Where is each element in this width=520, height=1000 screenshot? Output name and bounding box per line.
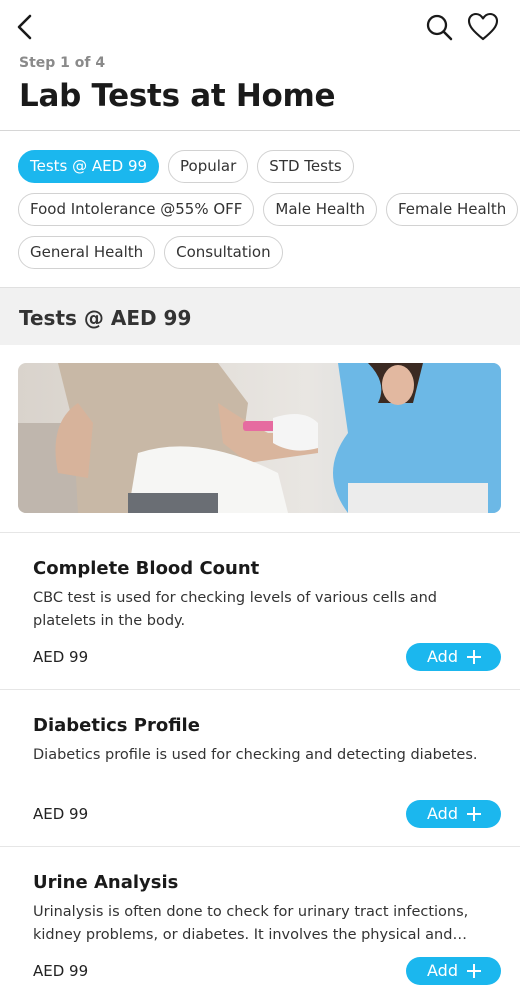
- add-label: Add: [427, 961, 458, 980]
- top-bar: [0, 0, 520, 54]
- chip-male-health[interactable]: Male Health: [263, 193, 377, 226]
- chip-tests-aed-99[interactable]: Tests @ AED 99: [18, 150, 160, 183]
- card-divider: [0, 689, 520, 690]
- add-button[interactable]: Add: [406, 957, 501, 985]
- add-label: Add: [427, 647, 458, 666]
- chip-female-health[interactable]: Female Health: [385, 193, 519, 226]
- filter-chips: Tests @ AED 99 Popular STD Tests Food In…: [18, 150, 519, 279]
- chip-row: General Health Consultation: [18, 236, 508, 269]
- heart-icon: [467, 12, 499, 41]
- card-divider: [0, 846, 520, 847]
- test-description: CBC test is used for checking levels of …: [33, 590, 438, 629]
- header-divider: [0, 130, 520, 131]
- test-card-complete-blood-count: Complete Blood Count CBC test is used fo…: [0, 558, 520, 688]
- test-name: Complete Blood Count: [33, 558, 260, 579]
- plus-icon: [467, 964, 481, 978]
- test-card-diabetics-profile: Diabetics Profile Diabetics profile is u…: [0, 715, 520, 845]
- chip-std-tests[interactable]: STD Tests: [257, 150, 354, 183]
- blood-test-illustration: [18, 363, 501, 513]
- plus-icon: [467, 650, 481, 664]
- chip-general-health[interactable]: General Health: [18, 236, 156, 269]
- favorite-button[interactable]: [467, 12, 499, 42]
- test-card-urine-analysis: Urine Analysis Urinalysis is often done …: [0, 872, 520, 1000]
- banner-image: [18, 363, 501, 513]
- chip-popular[interactable]: Popular: [168, 150, 249, 183]
- test-price: AED 99: [33, 805, 89, 823]
- step-indicator: Step 1 of 4: [19, 55, 106, 71]
- test-price: AED 99: [33, 962, 89, 980]
- chip-consultation[interactable]: Consultation: [164, 236, 283, 269]
- add-button[interactable]: Add: [406, 643, 501, 671]
- chip-food-intolerance[interactable]: Food Intolerance @55% OFF: [18, 193, 255, 226]
- chip-row: Food Intolerance @55% OFF Male Health Fe…: [18, 193, 519, 226]
- test-price: AED 99: [33, 648, 89, 666]
- add-label: Add: [427, 804, 458, 823]
- page-title: Lab Tests at Home: [19, 78, 336, 114]
- plus-icon: [467, 807, 481, 821]
- add-button[interactable]: Add: [406, 800, 501, 828]
- test-name: Diabetics Profile: [33, 715, 200, 736]
- chevron-left-icon: [17, 14, 32, 40]
- back-button[interactable]: [12, 12, 40, 42]
- chip-row: Tests @ AED 99 Popular STD Tests: [18, 150, 508, 183]
- search-button[interactable]: [424, 12, 454, 42]
- test-name: Urine Analysis: [33, 872, 179, 893]
- card-divider: [0, 532, 520, 533]
- section-header: Tests @ AED 99: [0, 287, 520, 345]
- section-title: Tests @ AED 99: [19, 306, 192, 330]
- test-description: Urinalysis is often done to check for ur…: [33, 904, 469, 943]
- search-icon: [426, 14, 453, 41]
- test-description: Diabetics profile is used for checking a…: [33, 747, 478, 763]
